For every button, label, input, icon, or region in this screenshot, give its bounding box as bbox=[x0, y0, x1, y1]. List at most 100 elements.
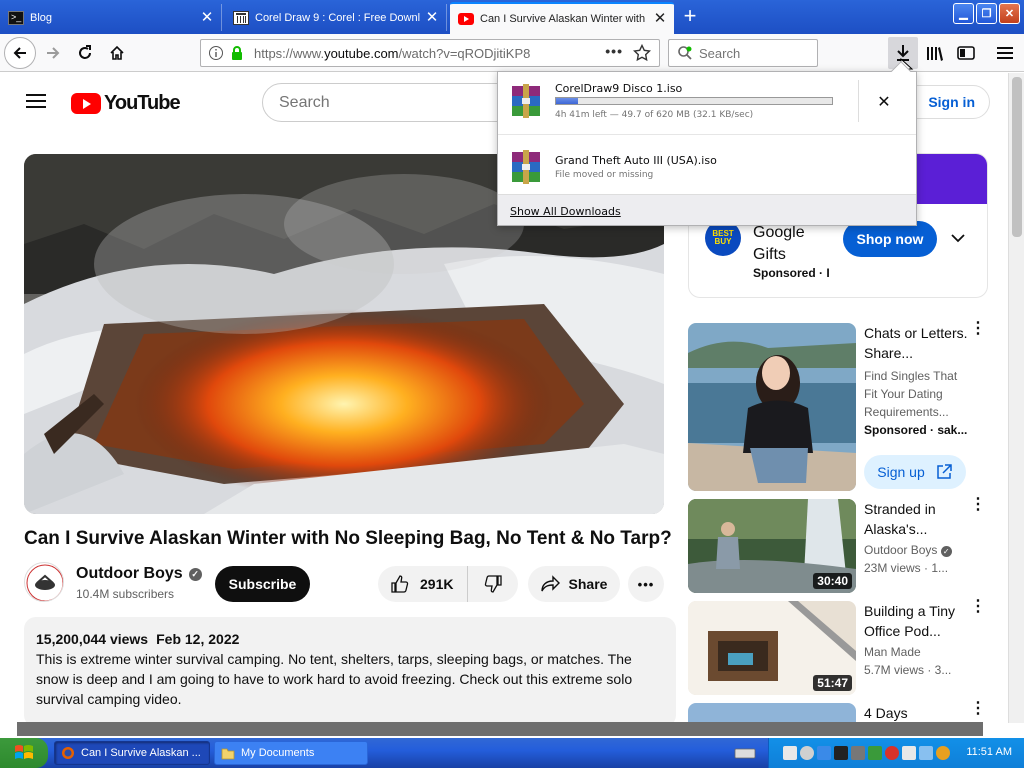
minimize-button[interactable]: ▁ bbox=[953, 3, 974, 24]
lock-icon bbox=[232, 46, 242, 60]
taskbar-item-my-documents[interactable]: My Documents bbox=[214, 741, 368, 765]
show-all-downloads-button[interactable]: Show All Downloads bbox=[498, 194, 916, 225]
more-actions-button[interactable]: ••• bbox=[628, 566, 664, 602]
reload-button[interactable] bbox=[70, 38, 100, 68]
tab-corel-draw[interactable]: Corel Draw 9 : Corel : Free Downl ✕ bbox=[225, 4, 447, 31]
video-thumbnail[interactable] bbox=[688, 703, 856, 723]
video-thumbnail[interactable] bbox=[688, 323, 856, 491]
recommendation-title[interactable]: 4 Days bbox=[864, 703, 968, 723]
library-button[interactable] bbox=[920, 38, 950, 68]
channel-name[interactable]: Outdoor Boys ✓ bbox=[76, 565, 202, 583]
ad-title: Google Gifts bbox=[753, 224, 805, 263]
tab-youtube[interactable]: Can I Survive Alaskan Winter with ✕ bbox=[450, 2, 674, 34]
keyboard-icon[interactable] bbox=[734, 747, 756, 759]
video-title: Can I Survive Alaskan Winter with No Sle… bbox=[24, 528, 672, 549]
windows-logo-icon bbox=[15, 745, 33, 759]
start-button[interactable] bbox=[0, 738, 48, 768]
recommendation-title[interactable]: Stranded in Alaska's... bbox=[864, 499, 968, 539]
cancel-download-button[interactable]: ✕ bbox=[858, 84, 910, 118]
windows-taskbar: Can I Survive Alaskan ... My Documents 1… bbox=[0, 738, 1024, 768]
maximize-button[interactable]: ❐ bbox=[976, 3, 997, 24]
clock[interactable]: 11:51 AM bbox=[966, 746, 1012, 758]
video-meta: 15,200,044 views Feb 12, 2022 bbox=[36, 629, 664, 649]
thumbs-down-icon bbox=[484, 575, 502, 593]
video-thumbnail[interactable]: 30:40 bbox=[688, 499, 856, 593]
close-window-button[interactable]: ✕ bbox=[999, 3, 1020, 24]
more-vertical-icon[interactable]: ⋮ bbox=[970, 497, 986, 513]
taskbar-item-label: My Documents bbox=[241, 747, 315, 759]
tab-blog[interactable]: >_ Blog ✕ bbox=[0, 4, 222, 31]
download-status: File moved or missing bbox=[555, 170, 654, 180]
tab-title: Blog bbox=[30, 11, 53, 24]
recommendation-item[interactable]: Chats or Letters. Share... Find Singles … bbox=[688, 321, 988, 493]
sign-in-label: Sign in bbox=[928, 94, 975, 110]
info-icon[interactable] bbox=[208, 45, 224, 61]
recommendation-item[interactable]: 4 Days ⋮ bbox=[688, 701, 988, 723]
taskbar-item-firefox[interactable]: Can I Survive Alaskan ... bbox=[54, 741, 210, 765]
shop-now-button[interactable]: Shop now bbox=[843, 221, 937, 257]
video-thumbnail[interactable]: 51:47 bbox=[688, 601, 856, 695]
tray-search-icon[interactable] bbox=[936, 746, 950, 760]
tray-app-icon[interactable] bbox=[817, 746, 831, 760]
more-vertical-icon[interactable]: ⋮ bbox=[970, 599, 986, 615]
chevron-down-icon[interactable] bbox=[951, 230, 965, 246]
downloads-panel: CorelDraw9 Disco 1.iso 4h 41m left — 49.… bbox=[497, 61, 917, 226]
tray-network-icon[interactable] bbox=[919, 746, 933, 760]
verified-badge-icon: ✓ bbox=[940, 546, 952, 557]
close-tab-icon[interactable]: ✕ bbox=[652, 11, 668, 27]
close-tab-icon[interactable]: ✕ bbox=[199, 9, 215, 26]
search-input[interactable] bbox=[699, 45, 799, 61]
more-vertical-icon[interactable]: ⋮ bbox=[970, 321, 986, 337]
page-actions-icon[interactable]: ••• bbox=[605, 43, 623, 59]
recommendation-item[interactable]: 30:40 Stranded in Alaska's... Outdoor Bo… bbox=[688, 497, 988, 595]
tray-antivirus-icon[interactable] bbox=[885, 746, 899, 760]
forward-button[interactable] bbox=[38, 38, 68, 68]
video-duration: 51:47 bbox=[813, 675, 852, 691]
bookmark-star-icon[interactable] bbox=[633, 44, 651, 62]
channel-name[interactable]: Man Made bbox=[864, 643, 968, 661]
tray-app-icon[interactable] bbox=[851, 746, 865, 760]
sign-up-button[interactable]: Sign up bbox=[864, 455, 966, 489]
navigation-toolbar: https://www.youtube.com/watch?v=qRODjiti… bbox=[0, 34, 1024, 77]
thumbs-up-icon bbox=[391, 575, 409, 593]
channel-avatar[interactable] bbox=[24, 562, 64, 602]
video-duration: 30:40 bbox=[813, 573, 852, 589]
winrar-icon bbox=[512, 150, 540, 184]
description-text: This is extreme winter survival camping.… bbox=[36, 651, 633, 707]
share-button[interactable]: Share bbox=[528, 566, 620, 602]
new-tab-button[interactable]: + bbox=[678, 5, 702, 28]
vertical-scrollbar[interactable] bbox=[1008, 73, 1024, 723]
recommendation-item[interactable]: 51:47 Building a Tiny Office Pod... Man … bbox=[688, 599, 988, 697]
like-button[interactable]: 291K bbox=[378, 566, 468, 602]
tray-app-icon[interactable] bbox=[868, 746, 882, 760]
guide-menu-icon[interactable] bbox=[26, 94, 46, 108]
recommendation-title[interactable]: Chats or Letters. Share... bbox=[864, 323, 968, 363]
tray-network-icon[interactable] bbox=[783, 746, 797, 760]
search-icon bbox=[678, 46, 692, 60]
horizontal-scrollbar[interactable] bbox=[17, 722, 983, 736]
menu-button[interactable] bbox=[990, 38, 1020, 68]
sidebar-button[interactable] bbox=[951, 38, 981, 68]
dislike-button[interactable] bbox=[468, 566, 518, 602]
search-bar[interactable] bbox=[668, 39, 818, 67]
home-button[interactable] bbox=[102, 38, 132, 68]
subscribe-button[interactable]: Subscribe bbox=[215, 566, 310, 602]
url-bar[interactable]: https://www.youtube.com/watch?v=qRODjiti… bbox=[200, 39, 660, 67]
tray-app-icon[interactable] bbox=[902, 746, 916, 760]
download-progress-fill bbox=[556, 98, 579, 104]
shop-now-label: Shop now bbox=[856, 231, 924, 247]
tray-app-icon[interactable] bbox=[834, 746, 848, 760]
recommendation-title[interactable]: Building a Tiny Office Pod... bbox=[864, 601, 968, 641]
download-item[interactable]: CorelDraw9 Disco 1.iso 4h 41m left — 49.… bbox=[498, 72, 916, 134]
youtube-logo[interactable]: YouTube bbox=[71, 92, 181, 115]
tray-disc-icon[interactable] bbox=[800, 746, 814, 760]
reload-icon bbox=[79, 45, 91, 59]
channel-name[interactable]: Outdoor Boys ✓ bbox=[864, 541, 968, 559]
video-description-box[interactable]: 15,200,044 views Feb 12, 2022 This is ext… bbox=[24, 617, 676, 723]
more-vertical-icon[interactable]: ⋮ bbox=[970, 701, 986, 717]
back-button[interactable] bbox=[4, 37, 36, 69]
scrollbar-thumb[interactable] bbox=[1012, 77, 1022, 237]
download-item[interactable]: Grand Theft Auto III (USA).iso File move… bbox=[498, 138, 916, 200]
youtube-search-input[interactable] bbox=[279, 93, 479, 112]
close-tab-icon[interactable]: ✕ bbox=[424, 9, 440, 26]
